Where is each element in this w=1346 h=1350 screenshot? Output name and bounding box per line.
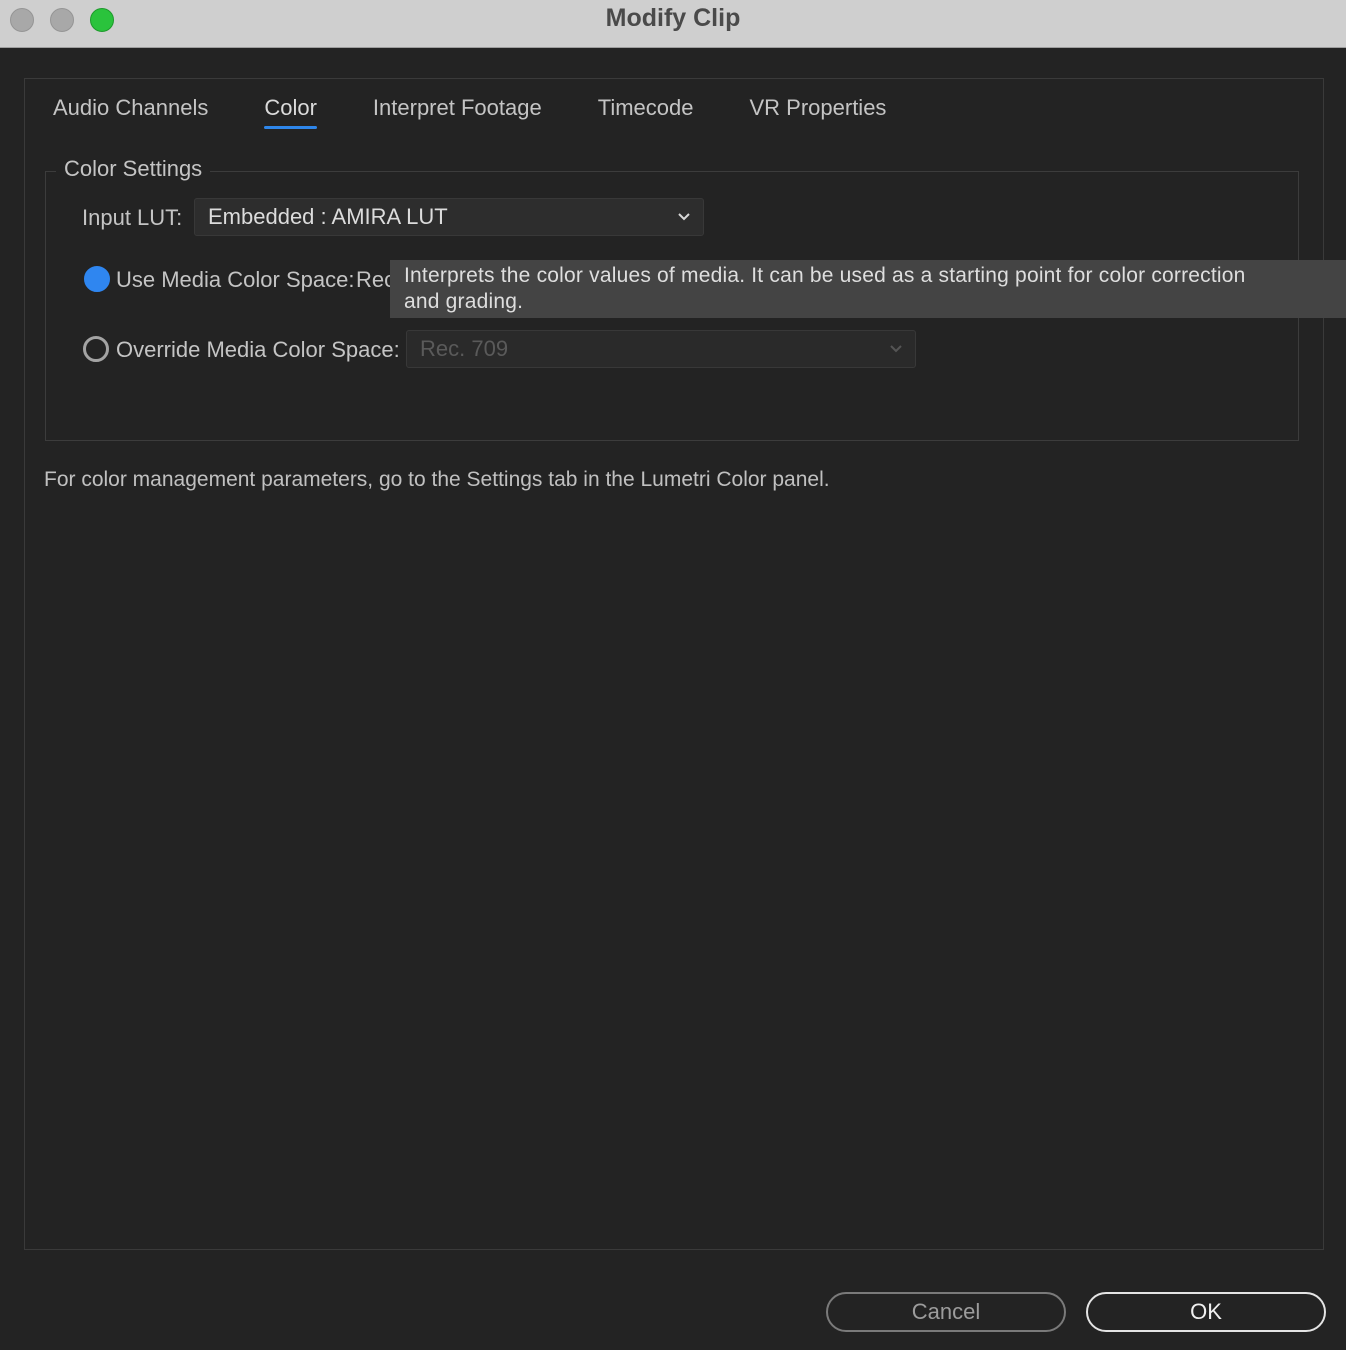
ok-button[interactable]: OK	[1086, 1292, 1326, 1332]
tab-bar: Audio Channels Color Interpret Footage T…	[53, 93, 942, 133]
use-media-color-space-radio[interactable]	[84, 266, 110, 292]
override-color-space-value: Rec. 709	[420, 336, 509, 361]
color-settings-title: Color Settings	[56, 156, 211, 182]
input-lut-value: Embedded : AMIRA LUT	[208, 204, 448, 229]
tooltip-line-1: Interprets the color values of media. It…	[404, 264, 1246, 287]
window-title: Modify Clip	[605, 4, 741, 32]
lumetri-settings-note: For color management parameters, go to t…	[44, 468, 830, 491]
override-media-color-space-label: Override Media Color Space:	[116, 337, 400, 362]
tab-audio-channels[interactable]: Audio Channels	[53, 93, 208, 129]
tab-interpret-footage[interactable]: Interpret Footage	[373, 93, 542, 129]
tab-color[interactable]: Color	[264, 93, 317, 129]
input-lut-label: Input LUT:	[82, 205, 183, 230]
tab-timecode[interactable]: Timecode	[598, 93, 694, 129]
color-space-tooltip: Interprets the color values of media. It…	[390, 260, 1346, 318]
title-bar: Modify Clip	[0, 0, 1346, 48]
input-lut-dropdown[interactable]: Embedded : AMIRA LUT	[194, 198, 704, 236]
use-media-color-space-label: Use Media Color Space:	[116, 267, 355, 292]
override-color-space-dropdown[interactable]: Rec. 709	[406, 330, 916, 368]
tab-vr-properties[interactable]: VR Properties	[749, 93, 886, 129]
tooltip-line-2: and grading.	[404, 290, 524, 313]
chevron-down-icon	[678, 213, 690, 221]
modify-clip-panel: Audio Channels Color Interpret Footage T…	[24, 78, 1324, 1250]
cancel-button[interactable]: Cancel	[826, 1292, 1066, 1332]
chevron-down-icon	[890, 345, 902, 353]
override-media-color-space-radio[interactable]	[83, 336, 109, 362]
